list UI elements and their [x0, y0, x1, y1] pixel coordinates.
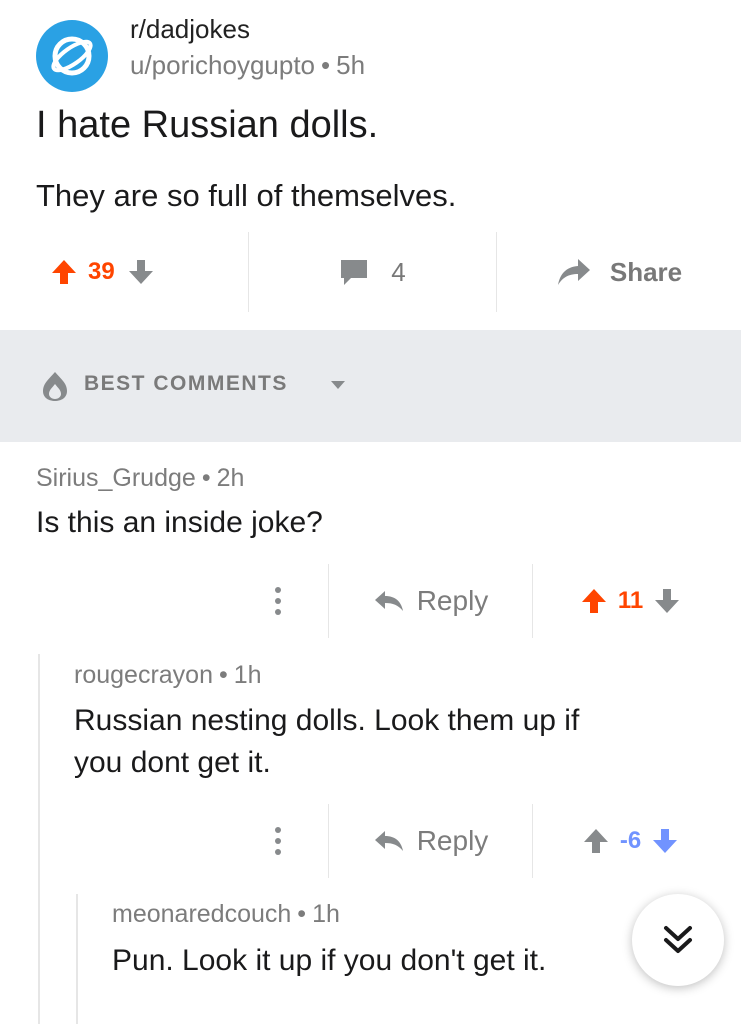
upvote-icon[interactable]	[580, 587, 608, 615]
comment-meta: meonaredcouch • 1h	[112, 900, 340, 929]
comment-body: Pun. Look it up if you don't get it.	[112, 944, 547, 977]
thread-line[interactable]	[38, 654, 40, 1024]
comment-sort-bar[interactable]: BEST COMMENTS	[0, 330, 741, 442]
post-action-bar: 39 4 Share	[0, 232, 741, 312]
subreddit-name[interactable]: r/dadjokes	[130, 14, 250, 45]
more-vertical-icon	[275, 587, 281, 615]
comment-author[interactable]: rougecrayon	[74, 661, 213, 689]
downvote-icon[interactable]	[127, 258, 155, 286]
downvote-icon[interactable]	[651, 827, 679, 855]
comment-body-line: Russian nesting dolls. Look them up if	[74, 704, 580, 737]
comment-body-line: you dont get it.	[74, 746, 271, 779]
post-age: 5h	[336, 50, 366, 80]
more-options-button[interactable]	[228, 564, 328, 638]
thread-line[interactable]	[76, 894, 78, 1024]
reddit-planet-icon	[51, 36, 93, 76]
meta-separator: •	[297, 900, 307, 928]
reply-button[interactable]: Reply	[328, 564, 532, 638]
comment-age: 2h	[216, 464, 245, 492]
downvote-icon[interactable]	[653, 587, 681, 615]
more-options-button[interactable]	[228, 804, 328, 878]
comment-meta: rougecrayon • 1h	[74, 661, 262, 690]
post-score: 39	[88, 258, 115, 285]
post-header: r/dadjokes u/porichoygupto • 5h	[36, 14, 716, 92]
comment-actions: Reply -6	[228, 804, 728, 878]
post-meta: u/porichoygupto • 5h	[130, 50, 365, 81]
comment-score: -6	[619, 827, 642, 854]
comment-author[interactable]: meonaredcouch	[112, 900, 291, 928]
comment-vote-controls: -6	[532, 804, 728, 878]
reply-icon	[374, 591, 403, 611]
comments-button[interactable]: 4	[248, 232, 496, 312]
upvote-icon[interactable]	[50, 258, 78, 286]
sort-label: BEST COMMENTS	[84, 372, 288, 395]
post-title[interactable]: I hate Russian dolls.	[36, 104, 378, 147]
comment-body: Is this an inside joke?	[36, 506, 323, 539]
meta-separator: •	[321, 50, 331, 80]
share-icon	[557, 259, 590, 285]
comment-body: Russian nesting dolls. Look them up if y…	[74, 700, 579, 784]
share-label: Share	[609, 256, 683, 287]
comment-vote-controls: 11	[532, 564, 728, 638]
meta-separator: •	[218, 661, 228, 689]
double-chevron-down-icon	[664, 926, 692, 953]
upvote-icon[interactable]	[582, 827, 610, 855]
meta-separator: •	[201, 464, 211, 492]
reply-label: Reply	[416, 585, 489, 616]
share-button[interactable]: Share	[496, 232, 741, 312]
post-body: They are so full of themselves.	[36, 178, 457, 213]
comment-author[interactable]: Sirius_Grudge	[36, 464, 196, 492]
comment-icon	[341, 260, 368, 285]
post-vote-controls: 39	[50, 232, 248, 312]
comment-score: 11	[617, 587, 644, 614]
reply-icon	[374, 831, 403, 851]
more-vertical-icon	[275, 827, 281, 855]
subreddit-avatar[interactable]	[36, 20, 108, 92]
comment-meta: Sirius_Grudge • 2h	[36, 464, 244, 493]
comment-age: 1h	[233, 661, 262, 689]
scroll-to-next-button[interactable]	[632, 894, 724, 986]
reply-label: Reply	[416, 825, 489, 856]
comment-actions: Reply 11	[228, 564, 728, 638]
reply-button[interactable]: Reply	[328, 804, 532, 878]
flame-icon	[43, 372, 67, 401]
comment-age: 1h	[312, 900, 340, 928]
comment-count: 4	[391, 256, 406, 287]
caret-down-icon	[331, 381, 345, 389]
post-author[interactable]: u/porichoygupto	[130, 50, 315, 80]
